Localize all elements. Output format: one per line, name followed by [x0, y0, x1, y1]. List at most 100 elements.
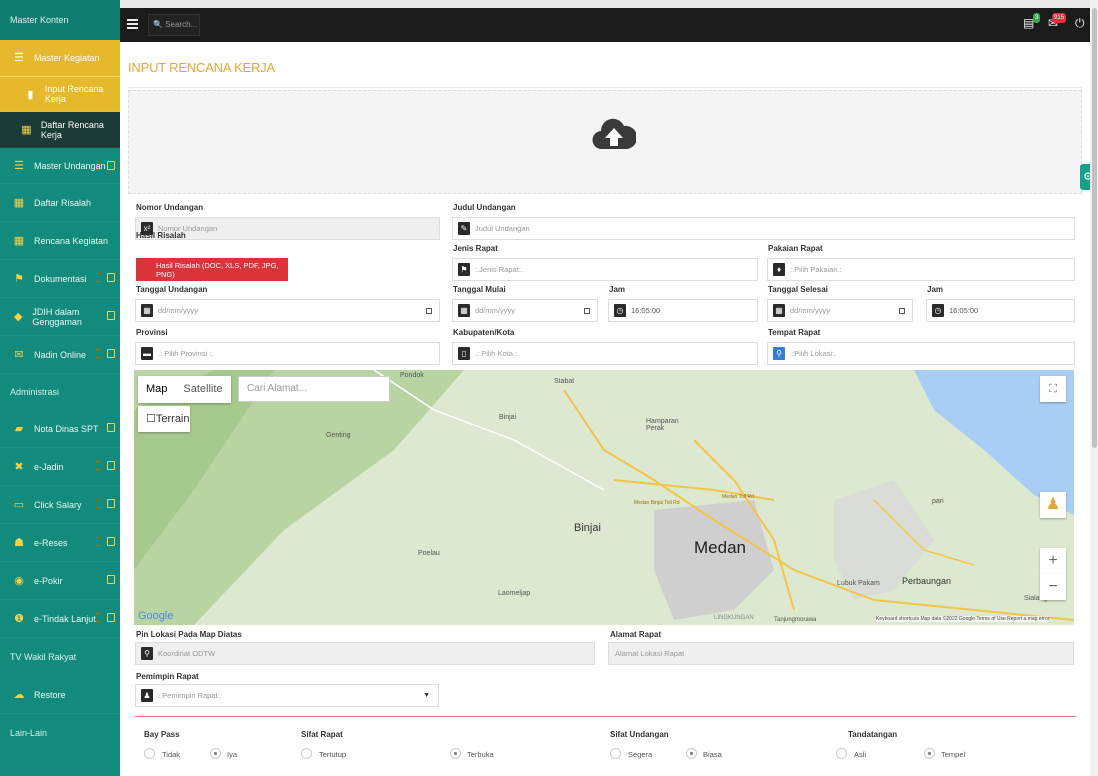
clock-icon: ◷ — [932, 304, 944, 317]
map-place-label: Hamparan Perak — [646, 418, 679, 432]
radio-tidak-label: Tidak — [162, 750, 181, 759]
provinsi-select[interactable]: ▬ .: Pilih Provinsi :. — [135, 342, 440, 365]
table-icon: ▦ — [13, 197, 25, 209]
flag-icon: ⚑ — [14, 273, 24, 285]
sidebar-item-master-undangan[interactable]: ☰ Master Undangan — [0, 148, 120, 184]
menu-toggle-icon[interactable] — [127, 19, 138, 29]
expand-icon — [107, 575, 115, 584]
radio-iya[interactable] — [210, 748, 221, 759]
sidebar-item-e-pokir[interactable]: ◉ e-Pokir — [0, 562, 120, 600]
tgl-undangan-input[interactable]: ▦ dd/mm/yyyy — [135, 299, 440, 322]
sidebar-section-master: Master Konten — [0, 0, 120, 40]
map-place-label: Genting — [326, 432, 351, 439]
sidebar-item-nadin-online[interactable]: ✉ Nadin Online — [0, 336, 120, 374]
map-tab-satellite[interactable]: Satellite — [175, 376, 230, 403]
zoom-in-button[interactable]: + — [1040, 548, 1066, 574]
radio-tidak[interactable] — [144, 748, 155, 759]
sidebar-item-label: Click Salary — [34, 499, 82, 510]
page-scrollbar-thumb[interactable] — [1092, 8, 1097, 448]
fullscreen-icon[interactable]: ⛶ — [1040, 376, 1066, 402]
radio-asli[interactable] — [836, 748, 847, 759]
mail-icon: ✉ — [14, 349, 24, 361]
sidebar-item-daftar-rencana-kerja[interactable]: ▦ Daftar Rencana Kerja — [0, 112, 120, 148]
messages-badge: 915 — [1052, 13, 1067, 23]
pegman-icon[interactable]: ♟ — [1040, 492, 1066, 518]
sidebar-item-label: Dokumentasi — [34, 273, 87, 284]
date-picker-icon[interactable] — [899, 307, 905, 314]
alamat-label: Alamat Rapat — [610, 630, 662, 639]
sidebar-section-admin: Administrasi — [0, 374, 120, 410]
radio-segera[interactable] — [610, 748, 621, 759]
alamat-textarea[interactable]: Alamat Lokasi Rapat — [608, 642, 1074, 665]
jam-mulai-input[interactable]: ◷ 16:05:00 — [608, 299, 758, 322]
sidebar-item-e-tindak-lanjut[interactable]: ❶ e-Tindak Lanjut — [0, 600, 120, 638]
alert-icon: ❶ — [14, 613, 24, 625]
risalah-upload-button[interactable]: Hasil Risalah (DOC, XLS, PDF, JPG, PNG) — [136, 258, 288, 281]
map-view[interactable]: Map Satellite Cari Alamat... ☐Terrain Po… — [134, 370, 1074, 625]
sidebar-item-nota-dinas[interactable]: ▰ Nota Dinas SPT — [0, 410, 120, 448]
tasks-badge: 3 — [1033, 13, 1041, 23]
tgl-selesai-input[interactable]: ▦ dd/mm/yyyy — [767, 299, 913, 322]
search-input[interactable]: 🔍 Search... — [148, 14, 200, 36]
section-divider — [135, 716, 1076, 717]
provinsi-placeholder: .: Pilih Provinsi :. — [158, 349, 214, 358]
shirt-icon: ♦ — [773, 263, 785, 276]
radio-biasa[interactable] — [686, 748, 697, 759]
sidebar-item-restore[interactable]: ☁ Restore — [0, 676, 120, 714]
map-tab-map[interactable]: Map — [138, 376, 175, 403]
map-search-input[interactable]: Cari Alamat... — [238, 376, 390, 402]
radio-tertutup[interactable] — [301, 748, 312, 759]
zoom-out-button[interactable]: − — [1040, 574, 1066, 600]
sifat-undangan-label: Sifat Undangan — [610, 730, 669, 739]
tempat-select[interactable]: ⚲ .:Pilih Lokasi:. — [767, 342, 1075, 365]
kab-select[interactable]: ▯ .: Pilih Kota :. — [452, 342, 758, 365]
radio-biasa-label: Biasa — [703, 750, 722, 759]
jam-selesai-input[interactable]: ◷ 16:05:00 — [926, 299, 1075, 322]
terrain-checkbox[interactable]: ☐Terrain — [138, 406, 190, 432]
pin-input[interactable]: ⚲ Koordinat ODTW — [135, 642, 595, 665]
shop-icon: ◆ — [13, 311, 23, 323]
judul-label: Judul Undangan — [453, 203, 516, 212]
logout-icon[interactable]: ⏻ — [1075, 16, 1085, 34]
sidebar-item-e-reses[interactable]: ☗ e-Reses — [0, 524, 120, 562]
messages-icon[interactable]: ✉ 915 — [1048, 13, 1067, 34]
jenis-placeholder: :.Jenis Rapat:. — [475, 265, 523, 274]
sidebar-item-dokumentasi[interactable]: ⚑ Dokumentasi — [0, 260, 120, 298]
expand-icon — [107, 311, 115, 320]
sidebar-item-click-salary[interactable]: ▭ Click Salary — [0, 486, 120, 524]
tasks-icon[interactable]: ▤ 3 — [1023, 13, 1041, 34]
sidebar-item-input-rencana-kerja[interactable]: ▮ Input Rencana Kerja — [0, 76, 120, 112]
upload-dropzone[interactable] — [128, 90, 1082, 194]
chevron-down-icon: ▼ — [423, 692, 430, 699]
monitor-icon: ▭ — [13, 499, 25, 511]
sidebar-item-e-jadin[interactable]: ✖ e-Jadin — [0, 448, 120, 486]
radio-terbuka[interactable] — [450, 748, 461, 759]
pakaian-select[interactable]: ♦ :.Pilih Pakaian.: — [767, 258, 1075, 281]
tgl-undangan-label: Tanggal Undangan — [136, 285, 208, 294]
map-attribution[interactable]: Keyboard shortcuts Map data ©2022 Google… — [876, 616, 1050, 622]
expand-icon — [107, 423, 115, 432]
topbar: 🔍 Search... ▤ 3 ✉ 915 ⏻ — [120, 8, 1090, 42]
date-picker-icon[interactable] — [584, 307, 590, 314]
jam-mulai-label: Jam — [609, 285, 626, 294]
sidebar-item-master-kegiatan[interactable]: ☰ Master Kegiatan — [0, 40, 120, 76]
pakaian-placeholder: :.Pilih Pakaian.: — [790, 265, 842, 274]
date-picker-icon[interactable] — [426, 307, 432, 314]
map-type-toggle: Map Satellite — [138, 376, 231, 403]
expand-icon — [107, 499, 115, 508]
pin-placeholder: Koordinat ODTW — [158, 649, 216, 658]
sidebar-item-label: Daftar Rencana Kerja — [40, 119, 104, 140]
google-logo: Google — [138, 610, 174, 622]
target-icon: ◉ — [14, 575, 24, 587]
judul-input[interactable]: ✎ Judul Undangan — [452, 217, 1075, 240]
map-road-label: Medan Toll Rd — [722, 494, 754, 500]
search-placeholder: Search... — [165, 20, 198, 29]
sidebar-item-rencana-kegiatan[interactable]: ▦ Rencana Kegiatan — [0, 222, 120, 260]
sidebar-item-jdih[interactable]: ◆ JDIH dalam Genggaman — [0, 298, 120, 336]
jenis-select[interactable]: ⚑:.Jenis Rapat:. — [452, 258, 758, 281]
sidebar-item-label: Input Rencana Kerja — [44, 84, 104, 104]
tgl-mulai-input[interactable]: ▦ dd/mm/yyyy — [452, 299, 598, 322]
sidebar-item-daftar-risalah[interactable]: ▦ Daftar Risalah — [0, 184, 120, 222]
pemimpin-select[interactable]: ♟:.Pemimpin Rapat:. ▼ — [135, 684, 439, 707]
radio-tempel[interactable] — [924, 748, 935, 759]
